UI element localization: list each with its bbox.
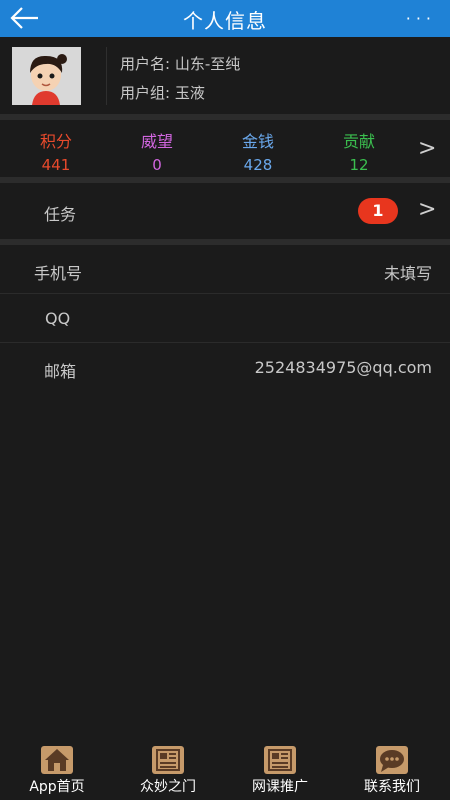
email-label: 邮箱 <box>44 362 77 381</box>
username-text: 用户名: 山东-至纯 <box>120 55 241 73</box>
avatar-cartoon-icon <box>12 47 81 105</box>
tab-contact-us[interactable]: 联系我们 <box>336 742 448 800</box>
stat-label: 贡献 <box>342 132 375 151</box>
top-bar: 个人信息 ··· <box>0 0 450 37</box>
stat-label: 金钱 <box>241 132 274 151</box>
chevron-right-icon[interactable]: > <box>418 197 436 222</box>
news-icon <box>264 746 296 774</box>
stat-value: 428 <box>243 156 273 174</box>
chevron-right-icon[interactable]: > <box>418 136 436 161</box>
qq-label: QQ <box>45 309 71 328</box>
task-row[interactable]: 任务 1 > <box>0 183 450 239</box>
phone-label: 手机号 <box>34 264 83 283</box>
email-row[interactable]: 邮箱 2524834975@qq.com <box>0 343 450 392</box>
usergroup-text: 用户组: 玉液 <box>120 84 205 102</box>
page-title: 个人信息 <box>183 9 267 33</box>
chat-icon <box>376 746 408 774</box>
stat-prestige: 威望 0 <box>117 128 197 174</box>
stat-money: 金钱 428 <box>218 128 298 174</box>
stat-label: 积分 <box>39 132 72 151</box>
tab-label: App首页 <box>29 779 85 795</box>
tab-app-home[interactable]: App首页 <box>1 742 113 800</box>
vertical-divider <box>106 47 107 105</box>
phone-row[interactable]: 手机号 未填写 <box>0 245 450 294</box>
stat-contribution: 贡献 12 <box>319 128 399 174</box>
tab-online-course[interactable]: 网课推广 <box>224 742 336 800</box>
task-count-badge: 1 <box>358 198 398 224</box>
stat-value: 12 <box>349 156 369 174</box>
more-menu-button[interactable]: ··· <box>406 9 436 28</box>
tab-label: 联系我们 <box>364 779 420 795</box>
profile-card: 用户名: 山东-至纯 用户组: 玉液 <box>0 37 450 114</box>
avatar[interactable] <box>12 47 81 105</box>
stat-value: 441 <box>41 156 71 174</box>
phone-value: 未填写 <box>383 264 432 283</box>
tab-zhongmiao[interactable]: 众妙之门 <box>112 742 224 800</box>
stat-value: 0 <box>152 156 162 174</box>
qq-row[interactable]: QQ <box>0 294 450 343</box>
news-icon <box>152 746 184 774</box>
stats-row[interactable]: 积分 441 威望 0 金钱 428 贡献 12 > <box>0 120 450 177</box>
task-label: 任务 <box>44 205 77 224</box>
tab-label: 网课推广 <box>252 779 308 795</box>
stat-points: 积分 441 <box>16 128 96 174</box>
email-value: 2524834975@qq.com <box>254 358 432 377</box>
bottom-tab-bar: App首页 众妙之门 网课推广 联系我们 <box>0 742 450 800</box>
tab-label: 众妙之门 <box>140 779 196 795</box>
home-icon <box>41 746 73 774</box>
stat-label: 威望 <box>140 132 173 151</box>
